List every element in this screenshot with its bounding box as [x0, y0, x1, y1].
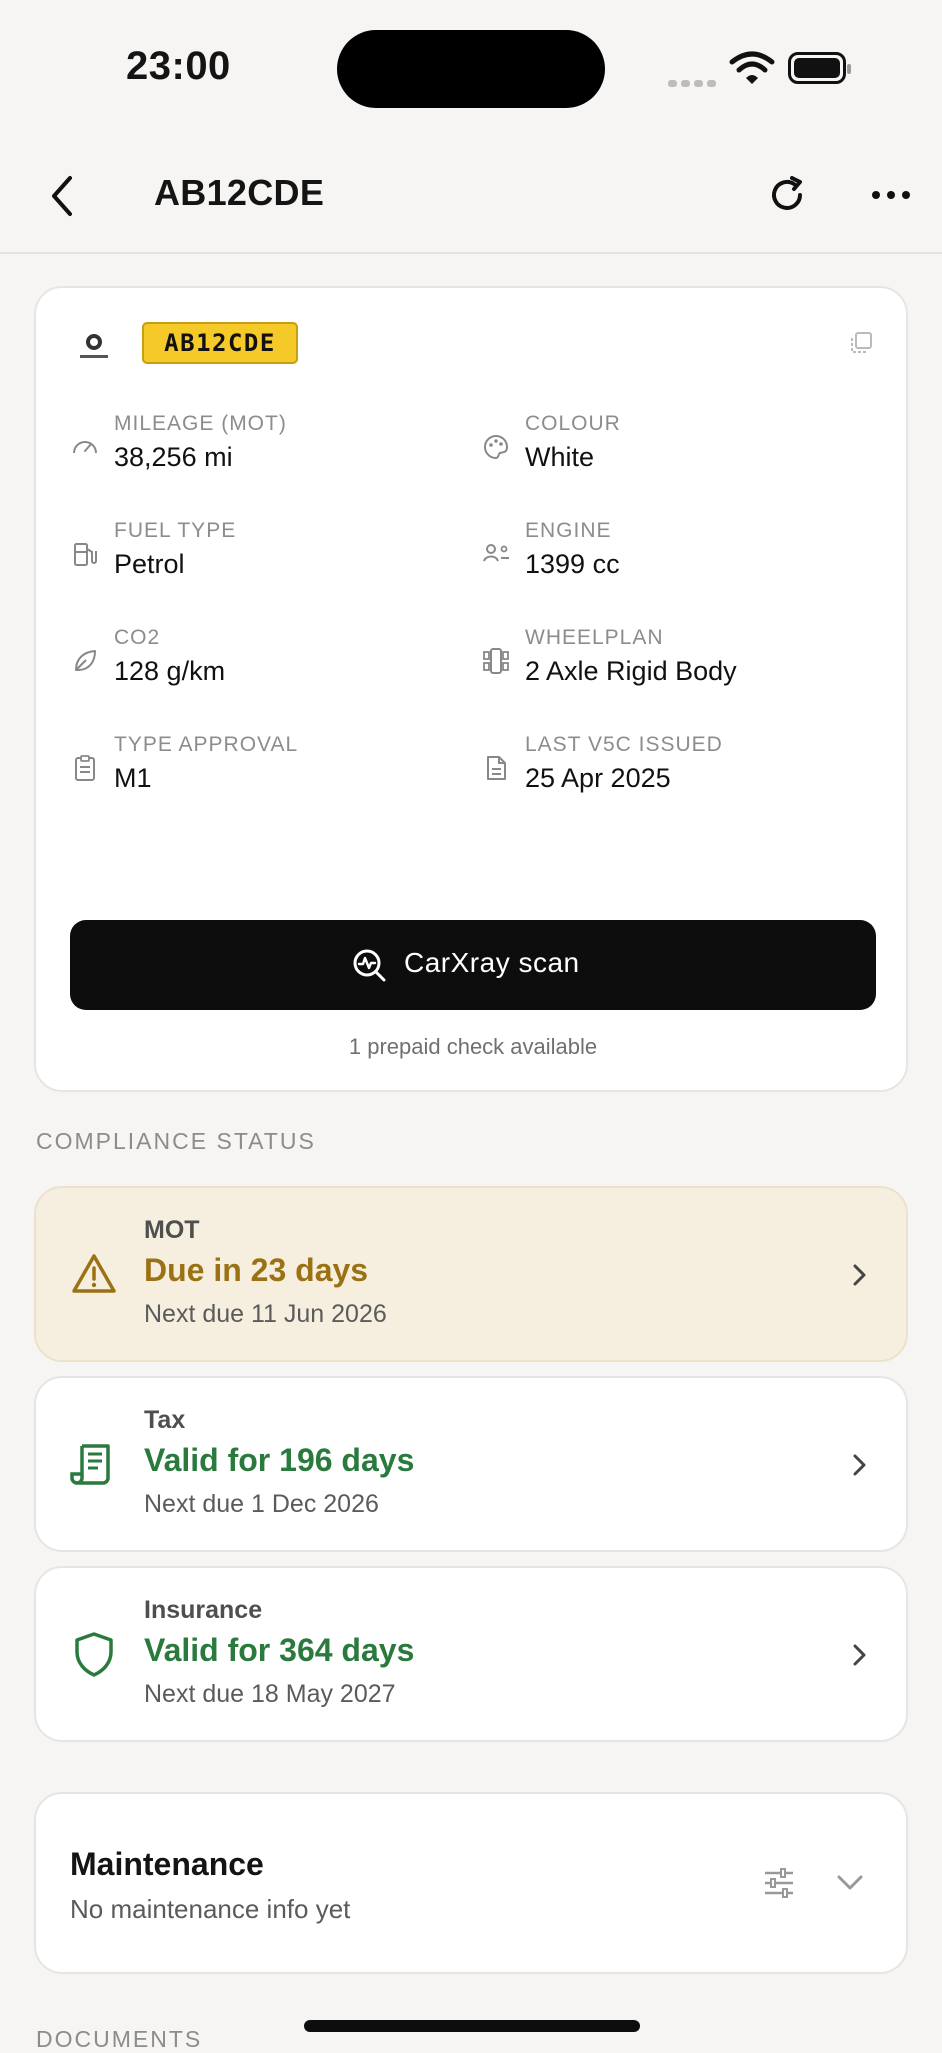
more-options-button[interactable]: [868, 170, 914, 220]
compliance-headline: Due in 23 days: [144, 1252, 369, 1288]
filter-sliders-icon[interactable]: [762, 1866, 796, 1900]
status-bar: 23:00: [0, 0, 942, 130]
wheelplan-icon: [483, 648, 509, 674]
compliance-next-due: Next due 11 Jun 2026: [144, 1300, 387, 1328]
compliance-item-mot[interactable]: MOT Due in 23 days Next due 11 Jun 2026: [34, 1186, 908, 1362]
compliance-headline: Valid for 196 days: [144, 1442, 415, 1478]
maintenance-title: Maintenance: [70, 1846, 264, 1882]
battery-icon: [788, 52, 851, 84]
field-mileage: MILEAGE (MOT) 38,256 mi: [70, 412, 470, 492]
field-last-v5c: LAST V5C ISSUED 25 Apr 2025: [481, 733, 881, 813]
status-time: 23:00: [126, 44, 231, 88]
engine-icon: [483, 544, 509, 562]
compliance-type: Insurance: [144, 1596, 263, 1624]
prepaid-note: 1 prepaid check available: [348, 1034, 598, 1059]
compliance-type: MOT: [144, 1216, 200, 1244]
compliance-item-tax[interactable]: Tax Valid for 196 days Next due 1 Dec 20…: [34, 1376, 908, 1552]
brand-logo: [80, 334, 108, 358]
clipboard-icon: [75, 755, 95, 781]
cellular-signal-icon: [668, 74, 720, 92]
wifi-icon: [729, 51, 775, 84]
document-icon: [487, 756, 506, 780]
chevron-down-icon[interactable]: [834, 1872, 866, 1894]
registration-plate: AB12CDE: [142, 322, 298, 364]
compliance-next-due: Next due 1 Dec 2026: [144, 1490, 379, 1518]
field-type-approval: TYPE APPROVAL M1: [70, 733, 470, 813]
shield-icon: [75, 1632, 113, 1677]
compliance-heading: COMPLIANCE STATUS: [36, 1128, 316, 1154]
scan-search-icon: [353, 949, 386, 982]
warning-triangle-icon: [72, 1254, 116, 1293]
compliance-next-due: Next due 18 May 2027: [144, 1680, 396, 1708]
dynamic-island: [337, 30, 605, 108]
leaf-icon: [75, 650, 96, 671]
home-indicator[interactable]: [304, 2020, 640, 2032]
vehicle-details-card: AB12CDE MILEAGE (MOT) 38,256 mi COLOUR W…: [34, 286, 908, 1092]
documents-heading: DOCUMENTS: [36, 2026, 203, 2052]
back-button[interactable]: [44, 168, 84, 224]
scan-button-label: CarXray scan: [404, 947, 580, 978]
palette-icon: [484, 434, 509, 460]
field-wheelplan: WHEELPLAN 2 Axle Rigid Body: [481, 626, 881, 706]
carxray-scan-button[interactable]: CarXray scan: [70, 920, 876, 1010]
speedometer-icon: [73, 441, 97, 454]
compliance-item-insurance[interactable]: Insurance Valid for 364 days Next due 18…: [34, 1566, 908, 1742]
field-fuel-type: FUEL TYPE Petrol: [70, 519, 470, 599]
navigation-bar: AB12CDE: [0, 140, 942, 254]
fuel-pump-icon: [74, 543, 97, 566]
compliance-type: Tax: [144, 1406, 186, 1434]
chevron-right-icon: [853, 1454, 866, 1476]
field-co2: CO2 128 g/km: [70, 626, 470, 706]
copy-icon[interactable]: [848, 330, 874, 356]
page-title: AB12CDE: [154, 172, 325, 213]
chevron-right-icon: [853, 1644, 866, 1666]
receipt-icon: [70, 1444, 110, 1485]
maintenance-card[interactable]: Maintenance No maintenance info yet: [34, 1792, 908, 1974]
maintenance-subtitle: No maintenance info yet: [70, 1894, 351, 1924]
refresh-button[interactable]: [768, 170, 808, 220]
field-colour: COLOUR White: [481, 412, 881, 492]
compliance-headline: Valid for 364 days: [144, 1632, 415, 1668]
chevron-right-icon: [853, 1264, 866, 1286]
field-engine: ENGINE 1399 cc: [481, 519, 881, 599]
